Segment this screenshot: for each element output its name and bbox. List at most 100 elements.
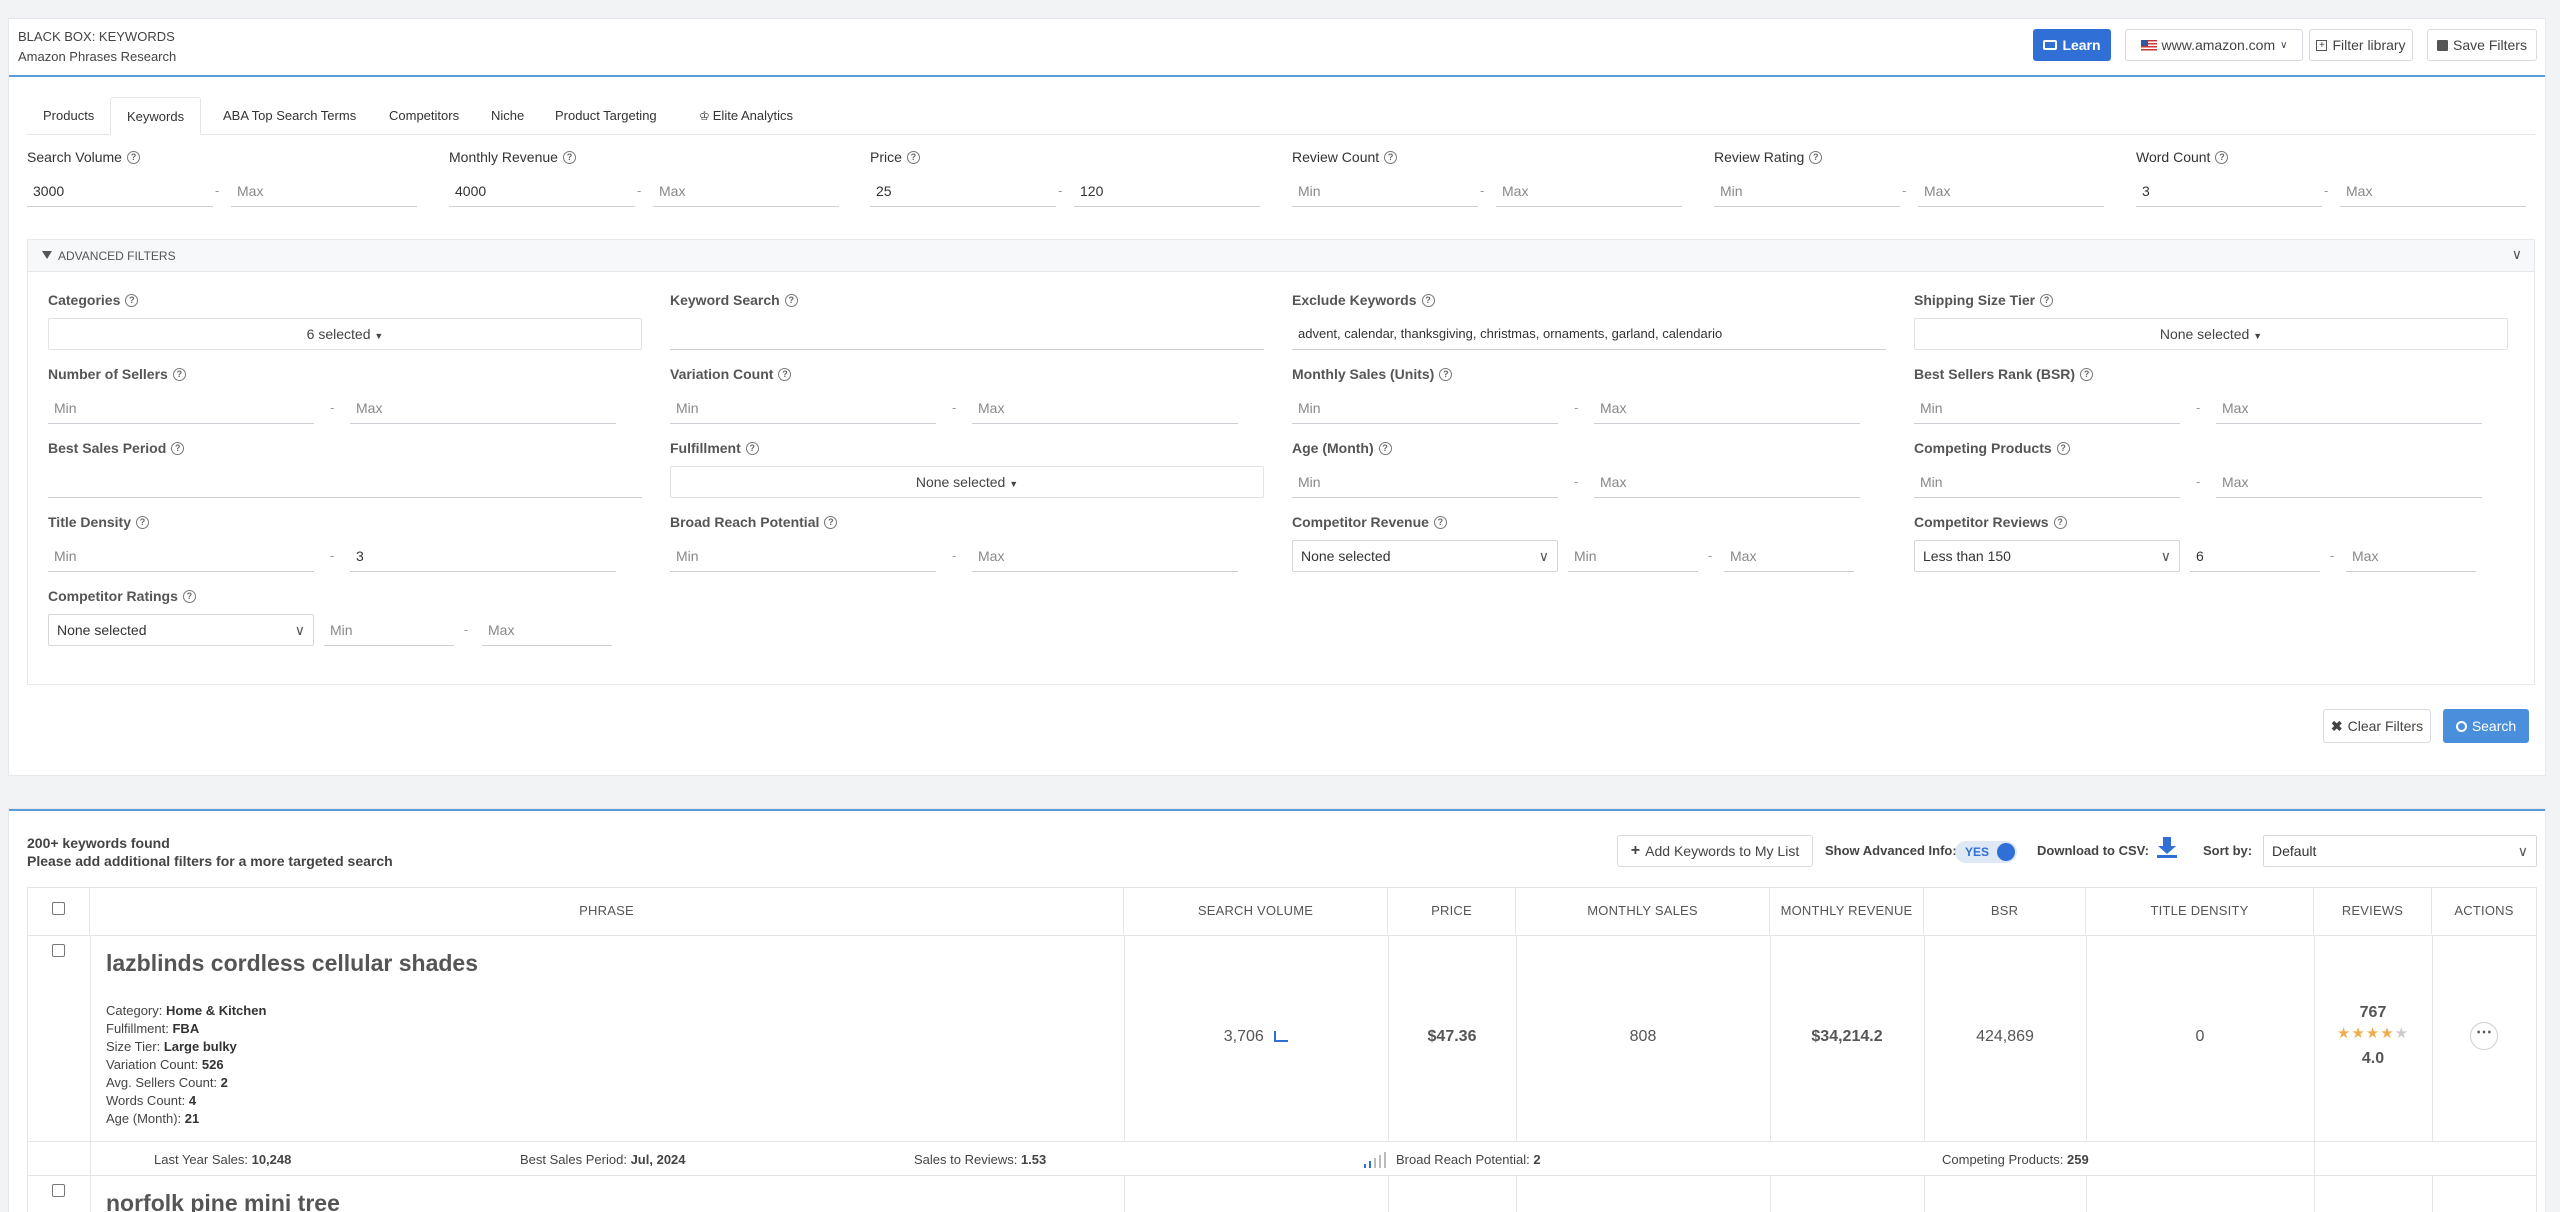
competitor-revenue-max-input[interactable]: Max [1724,540,1854,572]
review-rating-max-input[interactable]: Max [1918,175,2104,207]
review-count-min-input[interactable]: Min [1292,175,1478,207]
monthly-revenue-min-input[interactable]: 4000 [449,175,635,207]
help-icon: ? [824,515,838,529]
search-volume-cell: 3,706 [1124,1028,1388,1046]
number-of-sellers-max-input[interactable]: Max [350,392,616,424]
monthly-sales-min-input[interactable]: Min [1292,392,1558,424]
advanced-filters-header[interactable]: ADVANCED FILTERS ∨ [28,240,2534,272]
col-phrase[interactable]: PHRASE [90,888,1124,934]
competitor-revenue-select[interactable]: None selected ∨ [1292,540,1558,572]
phrase-title[interactable]: lazblinds cordless cellular shades [106,950,478,977]
bsr-min-input[interactable]: Min [1914,392,2180,424]
chevron-down-icon: ∨ [2517,843,2528,859]
best-sales-period-input[interactable] [48,466,642,498]
col-monthly-sales[interactable]: MONTHLY SALES [1516,888,1770,934]
tab-competitors[interactable]: Competitors [373,97,475,135]
trend-chart-icon[interactable] [1274,1031,1289,1043]
age-min-input[interactable]: Min [1292,466,1558,498]
search-button[interactable]: Search [2443,709,2529,743]
row-checkbox[interactable] [52,1184,65,1197]
number-of-sellers-min-input[interactable]: Min [48,392,314,424]
review-count-label: Review Count? [1292,149,1398,165]
save-filters-button[interactable]: Save Filters [2427,29,2537,61]
variation-count-min-input[interactable]: Min [670,392,936,424]
rating-value: 4.0 [2361,1050,2385,1067]
select-all-checkbox[interactable] [52,902,65,915]
row-checkbox[interactable] [52,944,65,957]
categories-select[interactable]: 6 selected ▼ [48,318,642,350]
price-label: Price? [870,149,920,165]
age-max-input[interactable]: Max [1594,466,1860,498]
row-stats: Last Year Sales: 10,248 Best Sales Perio… [28,1142,2536,1176]
help-icon: ? [1378,441,1392,455]
tab-niche[interactable]: Niche [475,97,540,135]
col-search-volume[interactable]: SEARCH VOLUME [1124,888,1388,934]
title-density-cell: 0 [2195,1028,2205,1045]
title-density-min-input[interactable]: Min [48,540,314,572]
variation-count-max-input[interactable]: Max [972,392,1238,424]
sort-label: Sort by: [2203,843,2253,858]
review-count-max-input[interactable]: Max [1496,175,1682,207]
help-icon: ? [906,150,920,164]
tab-elite-analytics[interactable]: ♔ Elite Analytics [683,97,809,135]
bsr-cell: 424,869 [1976,1028,2034,1045]
tab-product-targeting[interactable]: Product Targeting [539,97,673,135]
shipping-size-tier-select[interactable]: None selected ▼ [1914,318,2508,350]
clear-filters-button[interactable]: ✖ Clear Filters [2323,709,2431,743]
results-panel: 200+ keywords found Please add additiona… [8,808,2546,1212]
col-title-density[interactable]: TITLE DENSITY [2086,888,2314,934]
competing-products-max-input[interactable]: Max [2216,466,2482,498]
tab-products[interactable]: Products [27,97,110,135]
word-count-min-input[interactable]: 3 [2136,175,2322,207]
monthly-sales-max-input[interactable]: Max [1594,392,1860,424]
show-advanced-toggle[interactable]: YES [1955,841,2017,863]
tab-keywords[interactable]: Keywords [110,97,202,135]
caret-down-icon: ▼ [1009,479,1019,489]
filter-library-button[interactable]: + Filter library [2309,29,2413,61]
phrase-title[interactable]: norfolk pine mini tree [106,1190,340,1212]
competitor-revenue-min-input[interactable]: Min [1568,540,1698,572]
broad-reach-max-input[interactable]: Max [972,540,1238,572]
review-rating-min-input[interactable]: Min [1714,175,1900,207]
help-icon: ? [2053,515,2067,529]
chevron-down-icon[interactable]: ∨ [2512,246,2522,263]
broad-reach-min-input[interactable]: Min [670,540,936,572]
more-actions-icon[interactable]: ⋯ [2470,1022,2498,1050]
exclude-keywords-input[interactable]: advent, calendar, thanksgiving, christma… [1292,318,1886,350]
title-density-max-input[interactable]: 3 [350,540,616,572]
price-min-input[interactable]: 25 [870,175,1056,207]
col-monthly-revenue[interactable]: MONTHLY REVENUE [1770,888,1924,934]
learn-button[interactable]: Learn [2033,29,2111,61]
page-title: BLACK BOX: KEYWORDS [18,29,175,44]
keyword-search-input[interactable] [670,318,1264,350]
marketplace-select[interactable]: www.amazon.com ∨ [2125,29,2303,61]
col-price[interactable]: PRICE [1388,888,1516,934]
search-volume-min-input[interactable]: 3000 [27,175,213,207]
help-icon: ? [2215,150,2229,164]
competitor-ratings-max-input[interactable]: Max [482,614,612,646]
competitor-ratings-min-input[interactable]: Min [324,614,454,646]
col-bsr[interactable]: BSR [1924,888,2086,934]
add-keywords-button[interactable]: + Add Keywords to My List [1617,835,1813,867]
competitor-ratings-select[interactable]: None selected ∨ [48,614,314,646]
competing-products-min-input[interactable]: Min [1914,466,2180,498]
help-icon: ? [1421,293,1435,307]
competitor-reviews-max-input[interactable]: Max [2346,540,2476,572]
word-count-max-input[interactable]: Max [2340,175,2526,207]
monthly-revenue-max-input[interactable]: Max [653,175,839,207]
chevron-down-icon: ∨ [1538,548,1549,564]
download-icon[interactable] [2157,837,2177,859]
competitor-reviews-select[interactable]: Less than 150 ∨ [1914,540,2180,572]
help-icon: ? [136,515,149,529]
price-max-input[interactable]: 120 [1074,175,1260,207]
competitor-reviews-min-input[interactable]: 6 [2190,540,2320,572]
sort-select[interactable]: Default ∨ [2263,835,2537,867]
fulfillment-select[interactable]: None selected ▼ [670,466,1264,498]
col-reviews[interactable]: REVIEWS [2314,888,2432,934]
advanced-filters: ADVANCED FILTERS ∨ Categories? 6 selecte… [27,239,2535,685]
bsr-max-input[interactable]: Max [2216,392,2482,424]
search-volume-max-input[interactable]: Max [231,175,417,207]
tab-aba-top-search-terms[interactable]: ABA Top Search Terms [207,97,372,135]
results-count: 200+ keywords found [27,835,170,851]
price-cell: $47.36 [1427,1028,1477,1045]
